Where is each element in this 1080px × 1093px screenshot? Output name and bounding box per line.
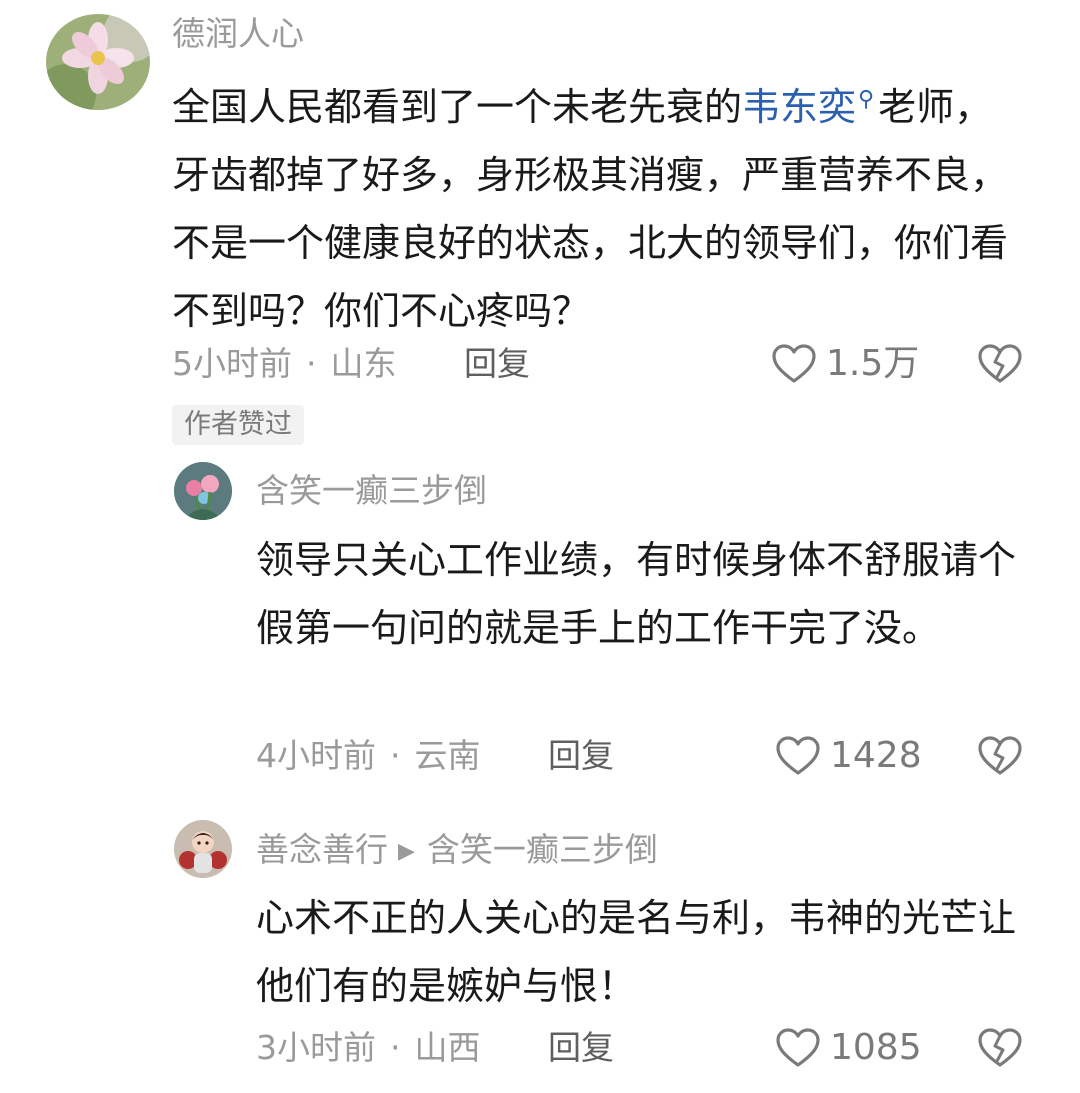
comment-location: 云南	[414, 736, 481, 775]
search-icon[interactable]: ⚲	[858, 87, 874, 112]
avatar[interactable]	[46, 14, 150, 110]
play-arrow-icon: ▶	[398, 839, 415, 864]
comment-text-part: 全国人民都看到了一个未老先衰的	[172, 85, 743, 129]
flower-avatar-image	[46, 14, 150, 110]
reply-button[interactable]: 回复	[548, 736, 614, 776]
comment-meta: 5小时前 · 山东	[172, 344, 397, 384]
author-name[interactable]: 德润人心	[172, 14, 304, 54]
reply-button[interactable]: 回复	[548, 1028, 614, 1068]
comment-text: 领导只关心工作业绩，有时候身体不舒服请个假第一句问的就是手上的工作干完了没。	[256, 538, 1017, 650]
flower-avatar-image	[174, 462, 232, 520]
reply-to-name[interactable]: 含笑一癫三步倒	[427, 830, 658, 869]
like-count: 1085	[830, 1027, 922, 1068]
comment-meta: 4小时前 · 云南	[256, 736, 481, 776]
avatar[interactable]	[174, 820, 232, 878]
comment-text: 全国人民都看到了一个未老先衰的韦东奕⚲ 老师，牙齿都掉了好多，身形极其消瘦，严重营…	[172, 66, 1022, 345]
comment-time: 5小时前	[172, 344, 292, 383]
comment-time: 4小时前	[256, 736, 376, 775]
author-liked-badge: 作者赞过	[172, 405, 304, 445]
comment-text: 心术不正的人关心的是名与利，韦神的光芒让他们有的是嫉妒与恨！	[256, 896, 1017, 1008]
reply-button[interactable]: 回复	[464, 344, 530, 384]
heart-outline-icon[interactable]	[776, 1028, 820, 1068]
meta-separator: ·	[390, 1028, 401, 1067]
author-name: 善念善行 ▶ 含笑一癫三步倒	[256, 830, 658, 872]
comment-time: 3小时前	[256, 1028, 376, 1067]
like-count: 1428	[830, 735, 922, 776]
heart-outline-icon[interactable]	[772, 344, 816, 384]
comment-location: 山东	[330, 344, 397, 383]
avatar[interactable]	[174, 462, 232, 520]
meta-separator: ·	[306, 344, 317, 383]
broken-heart-icon[interactable]	[978, 736, 1022, 776]
author-name[interactable]: 善念善行	[256, 830, 388, 869]
comment-meta: 3小时前 · 山西	[256, 1028, 481, 1068]
meta-separator: ·	[390, 736, 401, 775]
comment-location: 山西	[414, 1028, 481, 1067]
heart-outline-icon[interactable]	[776, 736, 820, 776]
like-count: 1.5万	[826, 343, 920, 384]
author-name[interactable]: 含笑一癫三步倒	[256, 471, 487, 511]
broken-heart-icon[interactable]	[978, 1028, 1022, 1068]
search-link[interactable]: 韦东奕	[742, 85, 856, 129]
broken-heart-icon[interactable]	[978, 344, 1022, 384]
cartoon-avatar-image	[174, 820, 232, 878]
